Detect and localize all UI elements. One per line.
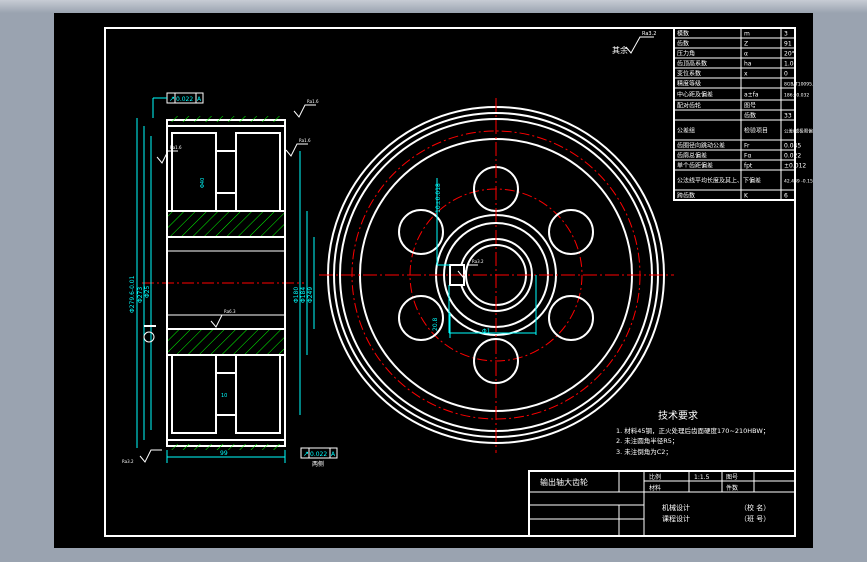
param-name: 配对齿轮 [677, 102, 701, 110]
gear-parameter-table: 模数 m 3 齿数 Z 91 压力角 α 20° 齿顶高系数 ha 1.0 变位系数 x 0 精度等级 8GB/… [673, 27, 830, 201]
class-number: （班 号） [740, 514, 770, 523]
svg-text:A: A [197, 96, 202, 103]
param-value: 公差(或极限偏差)值 [784, 128, 813, 135]
front-view [319, 98, 674, 453]
param-value: 1.0 [784, 61, 794, 68]
dim-hole: Φ40 [200, 178, 206, 188]
param-symbol: 图号 [744, 103, 756, 110]
roughness-mark: Ra1.6 [170, 145, 182, 150]
tech-item: 2. 未注圆角半径R5； [616, 436, 678, 445]
cad-viewport[interactable]: 其余 Ra3.2 模数 m 3 齿数 Z 91 压力角 α 20° 齿顶高系数 ha 1.0 变位系数 x… [54, 13, 830, 548]
param-name: 齿圈径向跳动公差 [677, 142, 725, 150]
dim-tip: Φ273 [137, 287, 144, 303]
param-value: 8GB/T10095.1-2001 [784, 82, 813, 88]
param-name: 跨齿数 [677, 192, 695, 200]
param-symbol: Fr [744, 143, 750, 150]
param-name: 精度等级 [677, 80, 701, 88]
school-name: （校 名） [740, 503, 770, 512]
dim-keyway-width: 10±0.018 [435, 183, 442, 213]
roughness-mark: Ra6.3 [224, 309, 236, 314]
param-value: 186±0.032 [784, 93, 809, 99]
svg-text:↗: ↗ [303, 450, 309, 458]
hub-hatch-lower [166, 328, 286, 356]
datum-a-icon [143, 331, 155, 343]
side-section-view: Φ279.6-0.01 Φ273 Φ25 Φ180 Φ184 Φ249 99 Φ… [122, 92, 338, 468]
drawing-canvas: 其余 Ra3.2 模数 m 3 齿数 Z 91 压力角 α 20° 齿顶高系数 ha 1.0 变位系数 x… [104, 27, 830, 537]
param-symbol: a±fa [744, 92, 759, 99]
svg-text:A: A [331, 451, 336, 458]
param-symbol: K [744, 193, 749, 200]
dim-web: Φ25 [144, 285, 151, 298]
param-symbol: Fα [744, 153, 751, 160]
param-value: 0.045 [784, 143, 801, 150]
param-name: 中心距及偏差 [677, 91, 713, 99]
param-symbol: fpt [744, 163, 753, 170]
param-value: 42.439 -0.15 -0.22 [784, 179, 813, 185]
param-name: 单个齿距偏差 [677, 162, 713, 170]
dim-width: 99 [220, 450, 228, 457]
scale-label: 比例 [649, 473, 661, 481]
tolerance-frame-top: ↗ 0.022 A [152, 92, 204, 118]
param-value: 91 [784, 41, 792, 48]
dim-slot: 10 [221, 393, 227, 399]
svg-text:两侧: 两侧 [312, 460, 324, 468]
svg-text:0.022: 0.022 [310, 451, 327, 458]
tolerance-frame-bottom: ↗ 0.022 A 两侧 [300, 447, 338, 468]
sheet-label: 图号 [726, 474, 738, 481]
part-name: 输出轴大齿轮 [540, 477, 588, 487]
param-value: 0.022 [784, 153, 801, 160]
param-name: 齿顶高系数 [677, 60, 707, 68]
param-symbol: Z [744, 41, 748, 48]
scale-value: 1:1.5 [694, 474, 710, 481]
param-name: 齿数 [677, 40, 689, 48]
roughness-mark: Ra3.2 [122, 459, 134, 464]
param-value: 3 [784, 31, 788, 38]
param-name: 公法线平均长度及其上、下偏差 [677, 177, 761, 185]
param-symbol: α [744, 51, 748, 58]
param-symbol: m [744, 31, 750, 38]
technical-requirements: 技术要求 1. 材料45钢，正火处理后齿面硬度170~210HBW； 2. 未注… [616, 409, 769, 456]
dim-keyway-depth: 20.8 [432, 317, 439, 331]
param-name: 压力角 [677, 50, 695, 58]
tech-item: 3. 未注倒角为C2； [616, 447, 672, 456]
param-value: ±0.012 [784, 163, 806, 170]
course-label: 课程设计 [662, 514, 690, 523]
param-value: 0 [784, 71, 788, 78]
window-frame [0, 0, 867, 13]
qty-label: 件数 [726, 484, 738, 492]
param-name: 变位系数 [677, 70, 701, 78]
svg-text:↗: ↗ [169, 95, 175, 103]
surface-finish-value: Ra3.2 [642, 31, 656, 37]
roughness-mark: Ra3.2 [472, 259, 484, 264]
svg-text:0.022: 0.022 [176, 96, 193, 103]
surface-finish-label: 其余 [612, 45, 628, 55]
dim-hub1: Φ180 [293, 287, 300, 303]
param-value: 20° [784, 51, 795, 58]
param-value: 33 [784, 113, 792, 120]
surface-finish-icon [625, 36, 654, 54]
param-symbol: ha [744, 61, 752, 68]
tech-title: 技术要求 [658, 409, 698, 422]
roughness-mark: Ra1.6 [299, 138, 311, 143]
param-name: 模数 [677, 30, 689, 38]
param-symbol: 齿数 [744, 112, 756, 120]
roughness-mark: Ra1.6 [307, 99, 319, 104]
param-name: 公差组 [677, 127, 695, 135]
designer-label: 机械设计 [662, 503, 690, 512]
dim-outer: Φ279.6-0.01 [129, 275, 136, 313]
param-symbol: x [744, 71, 748, 78]
param-value: 6 [784, 193, 788, 200]
hub-hatch-upper [166, 210, 286, 238]
tech-item: 1. 材料45钢，正火处理后齿面硬度170~210HBW； [616, 426, 769, 435]
param-name: 齿廓总偏差 [677, 152, 707, 160]
dim-bore: Φ249 [307, 287, 314, 303]
param-symbol: 检验项目 [744, 127, 768, 135]
dim-hub2: Φ184 [300, 287, 307, 303]
dim-hub-dia: Φ1 [482, 328, 491, 335]
material-label: 材料 [649, 484, 661, 492]
